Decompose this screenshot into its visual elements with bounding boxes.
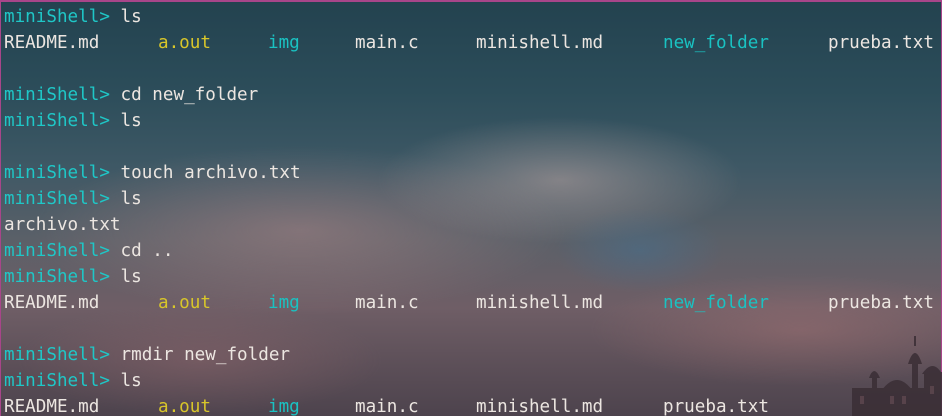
command-line: miniShell> ls (4, 264, 940, 290)
command-text: ls (120, 371, 142, 391)
command-line: miniShell> cd new_folder (4, 82, 940, 108)
command-line: miniShell> cd .. (4, 238, 940, 264)
prompt-separator (110, 371, 121, 391)
ls-output-line: README.md a.out img main.c minishell.md new_f… (4, 290, 940, 316)
window-border-top (0, 0, 942, 2)
command-line: miniShell> rmdir new_folder (4, 342, 940, 368)
file-entry: prueba.txt (828, 293, 934, 313)
directory-entry: new_folder (663, 293, 769, 313)
file-entry: main.c (355, 397, 419, 416)
command-text: ls (120, 7, 142, 27)
command-line: miniShell> touch archivo.txt (4, 160, 940, 186)
window-border-left (0, 0, 1, 416)
file-entry: main.c (355, 293, 419, 313)
executable-entry: a.out (158, 397, 211, 416)
command-line: miniShell> ls (4, 4, 940, 30)
command-text: touch archivo.txt (120, 163, 301, 183)
prompt-separator (110, 85, 121, 105)
directory-entry: img (268, 397, 300, 416)
shell-prompt: miniShell> (4, 85, 110, 105)
shell-prompt: miniShell> (4, 241, 110, 261)
command-line: miniShell> ls (4, 186, 940, 212)
prompt-separator (110, 7, 121, 27)
prompt-separator (110, 189, 121, 209)
shell-prompt: miniShell> (4, 189, 110, 209)
prompt-separator (110, 241, 121, 261)
prompt-separator (110, 267, 121, 287)
command-text: cd .. (120, 241, 174, 261)
file-entry: README.md (4, 293, 100, 313)
prompt-separator (110, 345, 121, 365)
command-text: ls (120, 189, 142, 209)
command-text: rmdir new_folder (120, 345, 291, 365)
file-entry: README.md (4, 397, 100, 416)
ls-output-line: README.md a.out img main.c minishell.md new_f… (4, 30, 940, 56)
directory-entry: new_folder (663, 33, 769, 53)
executable-entry: a.out (158, 293, 211, 313)
output-text: archivo.txt (4, 215, 121, 235)
shell-prompt: miniShell> (4, 345, 110, 365)
file-entry: minishell.md (476, 293, 604, 313)
command-text: ls (120, 267, 142, 287)
command-text: ls (120, 111, 142, 131)
command-text: cd new_folder (120, 85, 259, 105)
prompt-separator (110, 111, 121, 131)
command-line: miniShell> ls (4, 108, 940, 134)
terminal-output[interactable]: miniShell> ls README.md a.out img main.c mini… (4, 4, 940, 416)
command-line: miniShell> ls (4, 368, 940, 394)
file-entry: minishell.md (476, 397, 604, 416)
ls-output-line: README.md a.out img main.c minishell.md prueb… (4, 394, 940, 416)
directory-entry: img (268, 293, 300, 313)
file-entry: prueba.txt (663, 397, 769, 416)
shell-prompt: miniShell> (4, 267, 110, 287)
file-entry: README.md (4, 33, 100, 53)
prompt-separator (110, 163, 121, 183)
file-entry: minishell.md (476, 33, 604, 53)
command-output-line: archivo.txt (4, 212, 940, 238)
shell-prompt: miniShell> (4, 371, 110, 391)
file-entry: prueba.txt (828, 33, 934, 53)
shell-prompt: miniShell> (4, 7, 110, 27)
file-entry: main.c (355, 33, 419, 53)
executable-entry: a.out (158, 33, 211, 53)
shell-prompt: miniShell> (4, 163, 110, 183)
directory-entry: img (268, 33, 300, 53)
shell-prompt: miniShell> (4, 111, 110, 131)
